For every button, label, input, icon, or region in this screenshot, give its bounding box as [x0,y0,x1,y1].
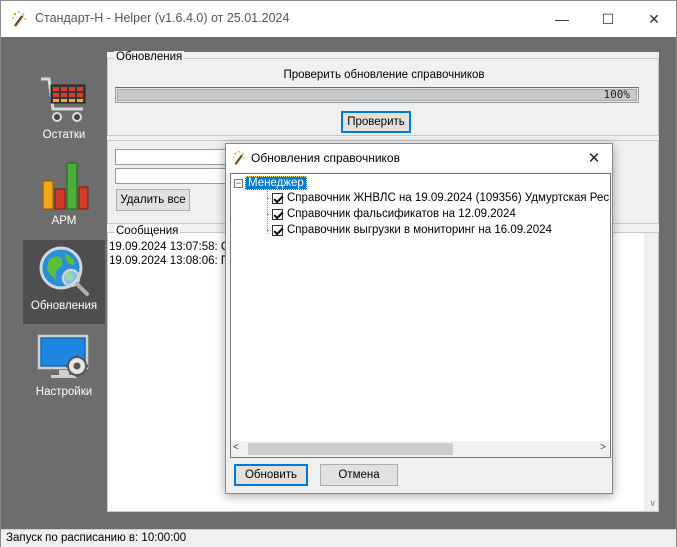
updates-dialog: Обновления справочников ✕ − Менеджер Спр… [225,143,613,494]
group-title: Обновления [114,51,185,63]
text-field[interactable] [115,168,235,184]
magic-wand-icon [232,150,246,165]
progress-fill [117,89,637,101]
horizontal-scrollbar[interactable]: < > [231,441,610,457]
tree-node-label[interactable]: Менеджер [245,176,307,190]
nav-item-arm[interactable]: АРМ [23,155,105,239]
message-line: 19.09.2024 13:07:58: Ста [109,241,241,253]
nav-label: Обновления [30,300,98,312]
tree-node-label: Справочник ЖНВЛС на 19.09.2024 (109356) … [287,192,610,204]
tree-node-label: Справочник выгрузки в мониторинг на 16.0… [287,224,552,236]
updates-tree[interactable]: − Менеджер Справочник ЖНВЛС на 19.09.202… [230,173,611,458]
chevron-down-icon[interactable]: ∨ [649,498,656,509]
check-updates-label: Проверить обновление справочников [283,69,485,81]
status-text: Запуск по расписанию в: 10:00:00 [6,532,187,544]
scrollbar-thumb[interactable] [248,443,453,455]
updates-group: Обновления Проверить обновление справочн… [107,51,659,136]
nav-item-ostatki[interactable]: Остатки [23,69,105,153]
progress-bar: 100% [115,87,639,103]
checkbox-checked[interactable] [272,224,283,236]
nav-label: Настройки [35,386,93,398]
tree-node-label: Справочник фальсификатов на 12.09.2024 [287,208,516,220]
progress-text: 100% [603,88,631,101]
refresh-button[interactable]: Обновить [234,464,308,486]
tree-node-manager[interactable]: − Менеджер [234,175,307,191]
minimize-button[interactable]: — [539,1,585,37]
message-line: 19.09.2024 13:08:06: Пр [109,255,236,267]
nav-item-settings[interactable]: Настройки [23,326,105,410]
text-field[interactable] [115,149,235,165]
checkbox-checked[interactable] [272,192,283,204]
dialog-title: Обновления справочников [251,151,400,165]
tree-node-zhnvls[interactable]: Справочник ЖНВЛС на 19.09.2024 (109356) … [272,190,610,206]
nav-label: АРМ [51,215,77,227]
tree-node-monitoring[interactable]: Справочник выгрузки в мониторинг на 16.0… [272,222,552,238]
dialog-close-button[interactable]: ✕ [580,144,608,172]
shopping-cart-icon [41,77,86,122]
title-bar: Стандарт-Н - Helper (v1.6.4.0) от 25.01.… [1,1,676,37]
checkbox-checked[interactable] [272,208,283,220]
minimize-icon: — [555,11,569,27]
close-icon: ✕ [648,10,660,27]
vertical-scrollbar[interactable]: ∨ [644,233,658,511]
monitor-gear-icon [37,334,89,378]
dialog-title-bar: Обновления справочников ✕ [226,144,612,172]
close-button[interactable]: ✕ [631,1,677,37]
tree-node-falsified[interactable]: Справочник фальсификатов на 12.09.2024 [272,206,516,222]
cancel-button[interactable]: Отмена [320,464,398,486]
window-title: Стандарт-Н - Helper (v1.6.4.0) от 25.01.… [35,11,290,25]
bar-chart-icon [42,162,89,210]
group-title: Сообщения [114,225,181,237]
collapse-icon[interactable]: − [234,178,243,188]
nav-label: Остатки [42,129,86,141]
maximize-button[interactable]: ☐ [585,1,631,37]
maximize-icon: ☐ [601,10,615,27]
delete-all-button[interactable]: Удалить все [116,189,190,211]
close-icon: ✕ [587,150,601,167]
nav-item-updates[interactable]: Обновления [23,240,105,324]
globe-magnifier-icon [39,246,89,296]
magic-wand-icon [12,11,26,27]
check-button[interactable]: Проверить [341,111,411,133]
chevron-right-icon[interactable]: > [600,442,606,453]
status-bar: Запуск по расписанию в: 10:00:00 [1,529,676,547]
chevron-left-icon[interactable]: < [233,442,239,453]
tree-connector [267,186,268,234]
